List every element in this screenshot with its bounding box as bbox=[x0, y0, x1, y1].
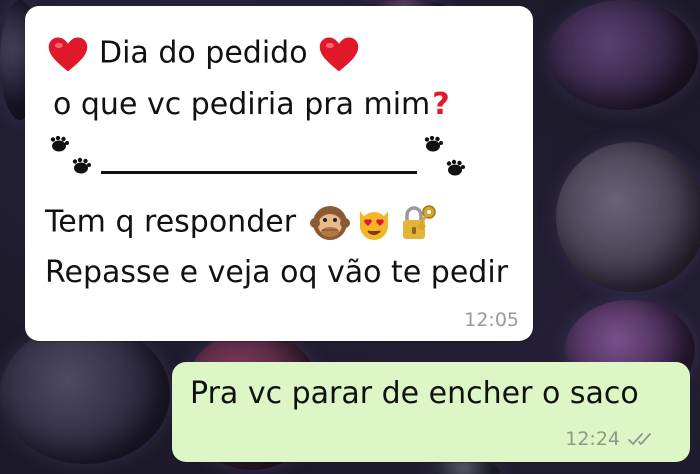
message-line: Tem q responder bbox=[45, 203, 438, 243]
message-meta: 12:24 bbox=[565, 428, 658, 450]
lock-with-key-icon bbox=[402, 205, 436, 239]
message-instruction: Tem q responder bbox=[45, 204, 297, 240]
planet-decoration bbox=[0, 324, 170, 464]
planet-decoration bbox=[548, 0, 698, 110]
message-timestamp: 12:24 bbox=[565, 428, 620, 450]
message-text: Pra vc parar de encher o saco bbox=[190, 376, 639, 411]
heart-icon bbox=[319, 37, 358, 72]
outgoing-message-bubble[interactable]: Pra vc parar de encher o saco 12:24 bbox=[172, 362, 690, 462]
message-title: Dia do pedido bbox=[99, 35, 308, 71]
message-timestamp: 12:05 bbox=[464, 309, 519, 331]
question-mark-icon: ? bbox=[432, 87, 450, 122]
message-line: o que vc pediria pra mim? bbox=[53, 90, 450, 120]
message-forward-text: Repasse e veja oq vão te pedir bbox=[45, 255, 509, 290]
double-check-icon bbox=[628, 433, 651, 446]
heart-icon bbox=[48, 37, 88, 72]
paw-prints-icon bbox=[424, 136, 465, 176]
message-line: Dia do pedido bbox=[45, 32, 362, 76]
divider-line bbox=[101, 171, 417, 174]
paw-prints-icon bbox=[50, 136, 91, 174]
message-line: Repasse e veja oq vão te pedir bbox=[45, 258, 508, 288]
planet-decoration bbox=[556, 142, 700, 292]
monkey-icon bbox=[309, 206, 350, 240]
incoming-message-bubble[interactable]: Dia do pedido o que vc pediria pra mim? bbox=[25, 6, 533, 341]
message-question: o que vc pediria pra mim bbox=[53, 87, 431, 122]
heart-eyes-cat-icon bbox=[359, 211, 388, 240]
paw-divider bbox=[49, 136, 469, 186]
